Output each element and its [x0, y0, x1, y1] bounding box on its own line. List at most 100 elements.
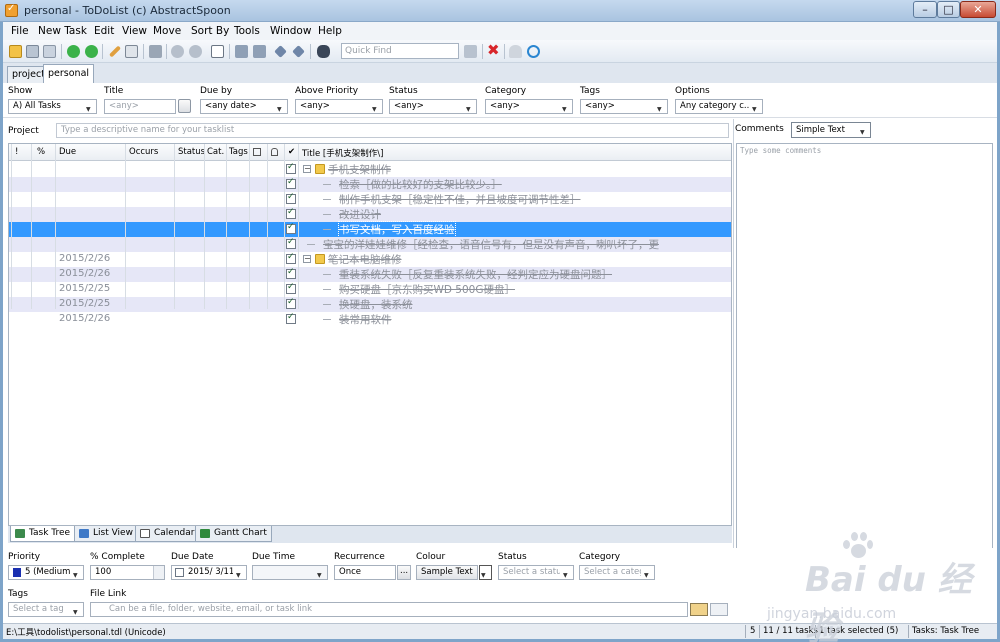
- send-icon[interactable]: [149, 45, 162, 58]
- done-checkbox[interactable]: [286, 222, 296, 234]
- chevron-down-icon[interactable]: [314, 566, 327, 579]
- task-title[interactable]: 书写文档，写入百度经验: [338, 221, 456, 238]
- table-row[interactable]: 宝宝的洋娃娃维修［经检查，语音信号有，但是没有声音，喇叭坏了，更: [9, 237, 731, 252]
- tab-personal[interactable]: personal: [43, 64, 95, 83]
- status-combo[interactable]: Select a status: [498, 565, 574, 580]
- new-task-icon[interactable]: [67, 45, 80, 58]
- due-date-checkbox[interactable]: [175, 568, 184, 577]
- tab-calendar[interactable]: Calendar: [135, 526, 200, 542]
- title-filter-input[interactable]: <any>: [104, 99, 176, 114]
- task-title[interactable]: 宝宝的洋娃娃维修［经检查，语音信号有，但是没有声音，喇叭坏了，更: [323, 237, 659, 252]
- collapse-toggle-icon[interactable]: −: [303, 255, 311, 263]
- col-status-header[interactable]: Status: [178, 147, 205, 157]
- chevron-down-icon[interactable]: [654, 100, 667, 113]
- menu-sort-by[interactable]: Sort By: [191, 25, 229, 37]
- table-row[interactable]: 2015/2/26 重装系统失败［反复重装系统失败，经判定应为硬盘问题］: [9, 267, 731, 282]
- menu-tools[interactable]: Tools: [234, 25, 260, 37]
- col-percent-header[interactable]: %: [37, 147, 45, 157]
- title-filter-options-button[interactable]: [178, 99, 191, 113]
- due-time-combo[interactable]: [252, 565, 328, 580]
- find-next-icon[interactable]: [464, 45, 477, 58]
- undo-icon[interactable]: [171, 45, 184, 58]
- task-title[interactable]: 改进设计: [339, 207, 381, 222]
- done-checkbox[interactable]: [286, 237, 296, 249]
- table-row[interactable]: 2015/2/25 购买硬盘［京东购买WD 500G硬盘］: [9, 282, 731, 297]
- browse-folder-icon[interactable]: [690, 603, 708, 616]
- lock-icon[interactable]: [509, 45, 522, 58]
- menu-file[interactable]: File: [11, 25, 29, 37]
- task-title[interactable]: 手机支架制作: [328, 162, 391, 177]
- menu-view[interactable]: View: [122, 25, 147, 37]
- colour-button[interactable]: Sample Text: [416, 565, 478, 580]
- find-binoculars-icon[interactable]: [317, 45, 330, 58]
- table-row[interactable]: 检索［做的比较好的支架比较少。］: [9, 177, 731, 192]
- col-tags-header[interactable]: Tags: [229, 147, 248, 157]
- menu-move[interactable]: Move: [153, 25, 181, 37]
- move-down-icon[interactable]: [253, 45, 266, 58]
- open-folder-icon[interactable]: [9, 45, 22, 58]
- options-filter-combo[interactable]: Any category c...: [675, 99, 763, 114]
- col-lock-icon[interactable]: [271, 148, 278, 156]
- chevron-down-icon[interactable]: [857, 123, 870, 140]
- done-checkbox[interactable]: [286, 207, 296, 219]
- table-row[interactable]: 2015/2/26 − 笔记本电脑维修: [9, 252, 731, 267]
- edit-pencil-icon[interactable]: [108, 45, 122, 58]
- collapse-toggle-icon[interactable]: −: [303, 165, 311, 173]
- show-filter-combo[interactable]: A) All Tasks: [8, 99, 97, 114]
- col-file-icon[interactable]: [253, 148, 261, 156]
- category-combo[interactable]: Select a catego: [579, 565, 655, 580]
- due-date-picker[interactable]: 2015/ 3/11: [171, 565, 247, 580]
- chevron-down-icon[interactable]: [70, 566, 83, 579]
- table-row[interactable]: 改进设计: [9, 207, 731, 222]
- task-title[interactable]: 装常用软件: [339, 312, 392, 327]
- chevron-down-icon[interactable]: [749, 100, 762, 113]
- priority-combo[interactable]: 5 (Medium): [8, 565, 84, 580]
- tags-combo[interactable]: Select a tag: [8, 602, 84, 617]
- task-title[interactable]: 购买硬盘［京东购买WD 500G硬盘］: [339, 282, 515, 297]
- task-title[interactable]: 重装系统失败［反复重装系统失败，经判定应为硬盘问题］: [339, 267, 612, 282]
- done-checkbox[interactable]: [286, 252, 296, 264]
- move-up-icon[interactable]: [235, 45, 248, 58]
- open-link-icon[interactable]: [710, 603, 728, 616]
- done-checkbox[interactable]: [286, 162, 296, 174]
- tab-task-tree[interactable]: Task Tree: [10, 526, 76, 542]
- colour-dropdown[interactable]: [479, 565, 492, 580]
- task-title[interactable]: 检索［做的比较好的支架比较少。］: [339, 177, 502, 192]
- project-name-input[interactable]: Type a descriptive name for your tasklis…: [56, 123, 729, 138]
- col-title-header[interactable]: Title [手机支架制作\]: [302, 147, 383, 159]
- menu-window[interactable]: Window: [270, 25, 311, 37]
- task-tree-grid[interactable]: ! % Due Occurs Status Cat. Tags ✔ Title …: [8, 143, 732, 526]
- move-left-icon[interactable]: [274, 45, 287, 58]
- done-checkbox[interactable]: [286, 192, 296, 204]
- status-filter-combo[interactable]: <any>: [389, 99, 477, 114]
- due-by-filter-combo[interactable]: <any date>: [200, 99, 288, 114]
- table-row[interactable]: 2015/2/26 装常用软件: [9, 312, 731, 327]
- file-link-input[interactable]: Can be a file, folder, website, email, o…: [90, 602, 688, 617]
- menu-help[interactable]: Help: [318, 25, 342, 37]
- maximize-tasklist-icon[interactable]: [211, 45, 224, 58]
- table-row[interactable]: 2015/2/25 换硬盘，装系统: [9, 297, 731, 312]
- col-priority-header[interactable]: !: [15, 147, 18, 157]
- chevron-down-icon[interactable]: [70, 603, 83, 616]
- preferences-gear-icon[interactable]: [527, 45, 540, 58]
- redo-icon[interactable]: [189, 45, 202, 58]
- task-title[interactable]: 笔记本电脑维修: [328, 252, 402, 267]
- chevron-down-icon[interactable]: [559, 100, 572, 113]
- recurrence-options-button[interactable]: ...: [397, 565, 411, 580]
- new-subtask-icon[interactable]: [85, 45, 98, 58]
- tags-filter-combo[interactable]: <any>: [580, 99, 668, 114]
- done-checkbox[interactable]: [286, 312, 296, 324]
- done-checkbox[interactable]: [286, 297, 296, 309]
- table-row[interactable]: 书写文档，写入百度经验: [9, 221, 731, 238]
- minimize-button[interactable]: –: [913, 1, 937, 18]
- delete-task-icon[interactable]: ✖: [487, 43, 500, 58]
- done-checkbox[interactable]: [286, 267, 296, 279]
- col-category-header[interactable]: Cat.: [207, 147, 224, 157]
- percent-complete-stepper[interactable]: 100: [90, 565, 165, 580]
- chevron-down-icon[interactable]: [233, 566, 246, 579]
- task-title[interactable]: 换硬盘，装系统: [339, 297, 413, 312]
- table-row[interactable]: 制作手机支架［稳定性不佳，并且坡度可调节性差］: [9, 192, 731, 207]
- above-priority-filter-combo[interactable]: <any>: [295, 99, 383, 114]
- table-row[interactable]: − 手机支架制作: [9, 162, 731, 177]
- menu-new-task[interactable]: New Task: [38, 25, 87, 37]
